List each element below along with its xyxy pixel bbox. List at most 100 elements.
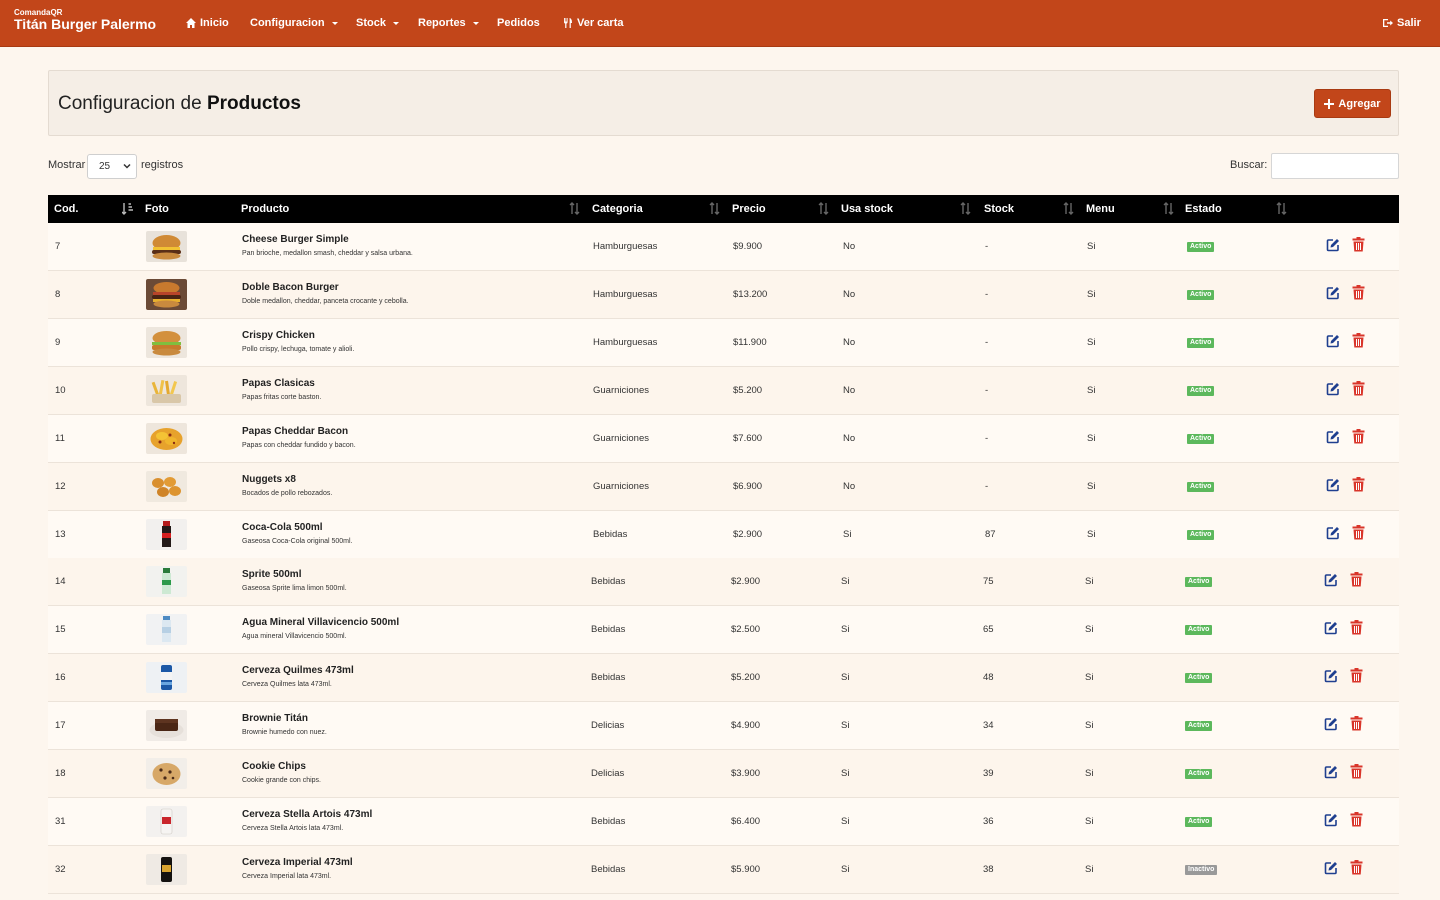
brand[interactable]: ComandaQR Titán Burger Palermo — [14, 8, 156, 32]
edit-icon[interactable] — [1326, 478, 1340, 492]
cell-stock: - — [985, 481, 989, 492]
cell-uses-stock: No — [843, 433, 856, 444]
trash-icon[interactable] — [1352, 477, 1365, 492]
edit-icon[interactable] — [1324, 813, 1338, 827]
add-product-button[interactable]: Agregar — [1314, 89, 1391, 118]
edit-icon[interactable] — [1324, 717, 1338, 731]
trash-icon[interactable] — [1352, 429, 1365, 444]
sort-asc-icon[interactable] — [122, 202, 133, 215]
trash-icon[interactable] — [1352, 381, 1365, 396]
column-header-estado[interactable]: Estado — [1185, 203, 1222, 215]
nav-item-stock[interactable]: Stock — [356, 15, 399, 31]
cell-price: $2.500 — [731, 624, 761, 635]
sort-icon[interactable] — [960, 202, 971, 215]
product-name: Agua Mineral Villavicencio 500ml — [242, 617, 400, 628]
cell-stock: - — [985, 337, 989, 348]
cell-category: Hamburguesas — [593, 337, 658, 348]
trash-icon[interactable] — [1350, 572, 1363, 587]
edit-icon[interactable] — [1324, 573, 1338, 587]
cell-stock: 38 — [983, 864, 994, 875]
sort-icon[interactable] — [1063, 202, 1074, 215]
trash-icon[interactable] — [1350, 812, 1363, 827]
cell-category: Bebidas — [593, 529, 628, 540]
cell-menu: Si — [1085, 576, 1094, 587]
product-name: Papas Cheddar Bacon — [242, 426, 349, 437]
cell-menu: Si — [1087, 529, 1096, 540]
sort-icon[interactable] — [709, 202, 720, 215]
trash-icon[interactable] — [1350, 764, 1363, 779]
column-header-stock[interactable]: Stock — [984, 203, 1014, 215]
edit-icon[interactable] — [1324, 621, 1338, 635]
table-row: 17 Brownie Titán Brownie humedo con nuez. D… — [48, 702, 1399, 750]
edit-icon[interactable] — [1324, 669, 1338, 683]
nav-item-ver-carta[interactable]: Ver carta — [562, 15, 623, 31]
edit-icon[interactable] — [1326, 526, 1340, 540]
nav-item-pedidos[interactable]: Pedidos — [497, 15, 540, 31]
show-entries-label: Mostrar — [48, 159, 86, 171]
nav-item-configuracion[interactable]: Configuracion — [250, 15, 338, 31]
edit-icon[interactable] — [1326, 238, 1340, 252]
cell-category: Bebidas — [591, 672, 626, 683]
edit-icon[interactable] — [1324, 861, 1338, 875]
edit-icon[interactable] — [1326, 430, 1340, 444]
product-name: Doble Bacon Burger — [242, 282, 339, 293]
column-header-precio[interactable]: Precio — [732, 203, 766, 215]
column-header-foto: Foto — [145, 203, 169, 215]
cell-menu: Si — [1085, 672, 1094, 683]
product-description: Agua mineral Villavicencio 500ml. — [242, 633, 347, 640]
product-name: Cerveza Imperial 473ml — [242, 857, 353, 868]
trash-icon[interactable] — [1350, 620, 1363, 635]
product-photo — [146, 519, 187, 550]
cell-price: $4.900 — [731, 720, 761, 731]
cell-stock: - — [985, 385, 989, 396]
cell-stock: 87 — [985, 529, 996, 540]
product-name: Cerveza Stella Artois 473ml — [242, 809, 373, 820]
cell-price: $11.900 — [733, 337, 767, 348]
edit-icon[interactable] — [1326, 382, 1340, 396]
cell-cod: 14 — [55, 576, 66, 587]
product-photo — [146, 423, 187, 454]
sort-icon[interactable] — [1163, 202, 1174, 215]
records-label: registros — [141, 159, 184, 171]
edit-icon[interactable] — [1326, 334, 1340, 348]
cell-cod: 10 — [55, 385, 66, 396]
trash-icon[interactable] — [1350, 716, 1363, 731]
column-header-menu[interactable]: Menu — [1086, 203, 1115, 215]
status-badge: Activo — [1187, 482, 1215, 492]
product-name: Cheese Burger Simple — [242, 234, 349, 245]
edit-icon[interactable] — [1324, 765, 1338, 779]
cell-stock: 39 — [983, 768, 994, 779]
trash-icon[interactable] — [1350, 668, 1363, 683]
edit-icon[interactable] — [1326, 286, 1340, 300]
trash-icon[interactable] — [1352, 237, 1365, 252]
sort-icon[interactable] — [569, 202, 580, 215]
page-size-select[interactable]: 25 — [87, 154, 137, 179]
status-badge: Activo — [1187, 386, 1215, 396]
nav-item-reportes[interactable]: Reportes — [418, 15, 479, 31]
column-header-categoria[interactable]: Categoria — [592, 203, 643, 215]
cell-cod: 9 — [55, 337, 61, 348]
logout-button[interactable]: Salir — [1382, 15, 1421, 31]
column-header-usa-stock[interactable]: Usa stock — [841, 203, 893, 215]
nav-item-inicio[interactable]: Inicio — [185, 15, 229, 31]
trash-icon[interactable] — [1352, 285, 1365, 300]
cell-price: $6.400 — [731, 816, 761, 827]
product-name: Papas Clasicas — [242, 378, 315, 389]
cell-uses-stock: No — [843, 241, 856, 252]
trash-icon[interactable] — [1350, 860, 1363, 875]
cell-category: Guarniciones — [593, 481, 649, 492]
product-photo — [146, 327, 187, 358]
cell-menu: Si — [1087, 289, 1096, 300]
column-header-cod[interactable]: Cod. — [54, 203, 78, 215]
sort-icon[interactable] — [818, 202, 829, 215]
cell-uses-stock: Si — [841, 576, 850, 587]
sort-icon[interactable] — [1276, 202, 1287, 215]
cell-menu: Si — [1087, 481, 1096, 492]
cell-uses-stock: Si — [841, 672, 850, 683]
table-row: 9 Crispy Chicken Pollo crispy, lechuga, to… — [48, 319, 1399, 367]
search-input[interactable] — [1271, 153, 1399, 179]
trash-icon[interactable] — [1352, 333, 1365, 348]
trash-icon[interactable] — [1352, 525, 1365, 540]
chevron-down-icon — [123, 163, 131, 169]
column-header-producto[interactable]: Producto — [241, 203, 289, 215]
